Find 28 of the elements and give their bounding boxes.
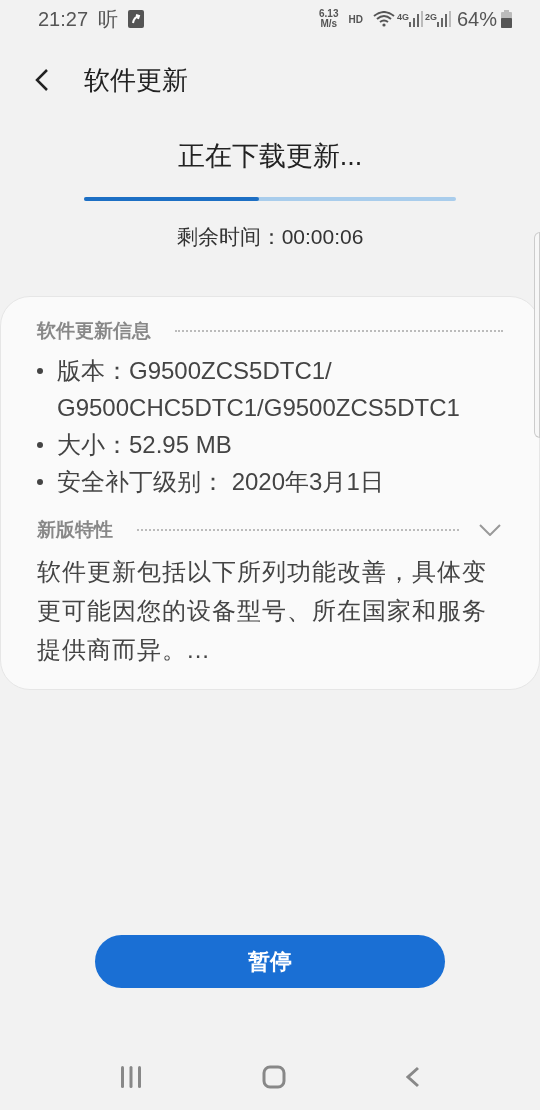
hd-indicator: HD (348, 12, 363, 27)
info-item: 版本：G9500ZCS5DTC1/G9500CHC5DTC1/G9500ZCS5DTC1 (57, 355, 461, 423)
download-status: 正在下载更新... (177, 140, 363, 173)
section-heading: 新版特性 (37, 517, 113, 542)
network-type: 2G (424, 11, 437, 24)
features-description: 软件更新包括以下所列功能改善，具体变更可能因您的设备型号、所在国家和服务提供商而异。... (37, 557, 488, 665)
pause-button[interactable]: 暂停 (95, 935, 445, 988)
back-icon[interactable] (406, 1066, 420, 1088)
remaining-time: 剩余时间：00:00:06 (176, 223, 364, 250)
bullet-icon (37, 441, 43, 448)
network-speed: 6.13 M/s (319, 9, 339, 29)
recent-apps-icon[interactable] (120, 1066, 142, 1088)
wifi-icon (372, 11, 395, 27)
home-icon[interactable] (262, 1065, 286, 1089)
music-icon (128, 10, 145, 28)
signal-icon (436, 11, 451, 27)
bullet-icon (37, 367, 43, 374)
page-title: 软件更新 (84, 63, 188, 97)
app-indicator: 听 (98, 6, 119, 33)
battery-icon (501, 10, 512, 28)
info-item: 安全补丁级别： 2020年3月1日 (57, 466, 385, 497)
bullet-icon (37, 478, 43, 485)
battery-percent: 64% (456, 7, 497, 32)
info-item: 大小：52.95 MB (57, 429, 233, 460)
network-type: 4G (396, 11, 409, 24)
clock: 21:27 (38, 7, 89, 32)
signal-icon (408, 11, 423, 27)
section-heading: 软件更新信息 (37, 319, 151, 343)
